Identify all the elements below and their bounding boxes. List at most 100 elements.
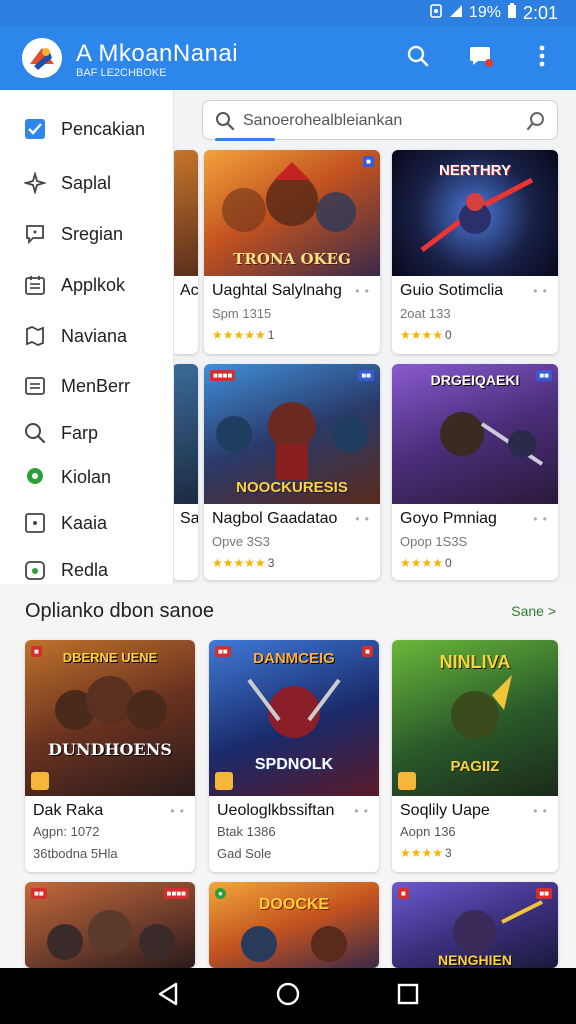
home-circle-icon (276, 982, 300, 1011)
recents-button[interactable] (392, 980, 424, 1012)
location-icon (22, 464, 48, 490)
game-card-partial[interactable]: Sa (172, 364, 198, 580)
game-art: ■■■■ ■■ NOOCKURESIS (204, 364, 380, 504)
home-button[interactable] (272, 980, 304, 1012)
shield-icon (22, 557, 48, 583)
game-title: Uaghtal Salylnahg (212, 282, 342, 299)
more-options-icon[interactable]: • • (533, 284, 548, 298)
see-more-link[interactable]: Sane > (511, 603, 556, 619)
game-card[interactable]: ■■ ■ DANMCEIG SPDNOLK Ueologlkbssiftan •… (209, 640, 379, 872)
more-options-icon[interactable]: • • (354, 804, 369, 818)
chat-icon (22, 221, 48, 247)
app-badge-icon (215, 772, 233, 790)
notification-icon (429, 3, 443, 23)
game-art (172, 364, 198, 504)
battery-text: 19% (468, 4, 501, 21)
game-title: Nagbol Gaadatao (212, 510, 338, 527)
game-title: Guio Sotimclia (400, 282, 504, 299)
more-options-icon[interactable]: • • (355, 284, 370, 298)
search-button[interactable] (402, 42, 434, 74)
game-card[interactable]: ■■■■ ■■ NOOCKURESIS Nagbol Gaadatao • • … (204, 364, 380, 580)
game-art: ■■ DRGEIQAEKI (392, 364, 558, 504)
rating: ★★★★★ 1 (212, 328, 275, 342)
game-art: ■■ ■■■■ (25, 882, 195, 968)
square-dot-icon (22, 510, 48, 536)
app-badge-icon (398, 772, 416, 790)
sparkle-icon (22, 170, 48, 196)
game-art: ■ DBERNE UENE DUNDHOENS (25, 640, 195, 796)
drawer-item-saplal[interactable]: Saplal (0, 161, 174, 205)
more-options-icon[interactable]: • • (533, 512, 548, 526)
messages-button[interactable] (465, 42, 497, 74)
game-logo-text: DOOCKE (258, 896, 330, 913)
game-card[interactable]: NINLIVA PAGIIZ Soqlily Uape • • Aopn 136… (392, 640, 558, 872)
calendar-icon (22, 272, 48, 298)
game-card[interactable]: ■ DBERNE UENE DUNDHOENS Dak Raka • • Agp… (25, 640, 195, 872)
drawer-item-label: Sregian (61, 223, 124, 244)
chat-bubble-icon (468, 43, 494, 74)
overflow-menu-button[interactable] (526, 42, 558, 74)
drawer-item-kaaia[interactable]: Kaaia (0, 501, 174, 545)
rating: ★★★★★ 3 (212, 556, 275, 570)
game-logo-text: SPDNOLK (254, 756, 334, 773)
game-logo-text: DANMCEIG (253, 650, 335, 667)
drawer-item-label: Pencakian (61, 118, 146, 139)
more-options-icon[interactable]: • • (355, 512, 370, 526)
game-card[interactable]: ■■ DRGEIQAEKI Goyo Pmniag • • Opop 1S3S … (392, 364, 558, 580)
game-art: ■ TRONA OKEG (204, 150, 380, 276)
drawer-item-menberr[interactable]: MenBerr (0, 364, 174, 408)
app-badge-icon (31, 772, 49, 790)
game-card[interactable]: ■ TRONA OKEG Uaghtal Salylnahg • • Spm 1… (204, 150, 380, 354)
drawer-item-sregian[interactable]: Sregian (0, 212, 174, 256)
game-extra: 36tbodna 5Hla (33, 846, 118, 861)
rating: ★★★★ 0 (400, 328, 452, 342)
section-title: Oplianko dbon sanoe (25, 600, 215, 622)
check-square-icon (22, 116, 48, 142)
game-art: ■■ ■ DANMCEIG SPDNOLK (209, 640, 379, 796)
navigation-drawer: Pencakian Saplal Sregian Applkok Naviana… (0, 90, 174, 584)
recents-square-icon (397, 983, 419, 1010)
drawer-item-kiolan[interactable]: Kiolan (0, 455, 174, 499)
game-logo-text: DBERNE UENE (62, 650, 158, 665)
game-card[interactable]: ■■ ■■■■ (25, 882, 195, 968)
game-logo-text: DRGEIQAEKI (430, 372, 520, 388)
hero-illustration (241, 926, 347, 962)
rating: ★★★★ 0 (400, 556, 452, 570)
drawer-item-applkok[interactable]: Applkok (0, 263, 174, 307)
game-card[interactable]: ■ ■■ NENGHIEN (392, 882, 558, 968)
drawer-item-label: Saplal (61, 172, 112, 193)
drawer-item-label: Kaaia (61, 512, 108, 533)
badge: ■ (398, 888, 409, 899)
game-meta: Btak 1386 (217, 824, 276, 839)
drawer-item-naviana[interactable]: Naviana (0, 314, 174, 358)
game-card[interactable]: ● DOOCKE (209, 882, 379, 968)
recommended-section: Oplianko dbon sanoe Sane > ■ DBERNE UENE… (0, 584, 576, 968)
game-title: Goyo Pmniag (400, 510, 497, 527)
badge: ■■■■ (210, 370, 236, 381)
drawer-item-farp[interactable]: Farp (0, 411, 174, 455)
drawer-item-pencakian[interactable]: Pencakian (0, 107, 174, 151)
app-title: A MkoanNanai (76, 40, 239, 67)
search-field[interactable]: Sanoerohealbleiankan (202, 100, 558, 141)
drawer-item-label: Naviana (61, 325, 128, 346)
game-card-partial[interactable]: Ac (172, 150, 198, 354)
game-meta: Aopn 136 (400, 824, 456, 839)
game-art: ■ ■■ NENGHIEN (392, 882, 558, 968)
map-icon (22, 323, 48, 349)
search-icon (215, 111, 235, 136)
game-extra: Gad Sole (217, 846, 272, 861)
back-triangle-icon (157, 982, 179, 1011)
game-meta: Spm 1315 (212, 306, 272, 321)
game-art: NINLIVA PAGIIZ (392, 640, 558, 796)
rating: ★★★★ 3 (400, 846, 452, 860)
game-logo-text: DUNDHOENS (48, 740, 172, 759)
game-logo-text: NENGHIEN (438, 952, 512, 968)
more-options-icon[interactable]: • • (533, 804, 548, 818)
game-card[interactable]: NERTHRY Guio Sotimclia • • 2oat 133 ★★★★… (392, 150, 558, 354)
drawer-item-label: Redla (61, 559, 109, 580)
more-options-icon[interactable]: • • (170, 804, 185, 818)
back-button[interactable] (152, 980, 184, 1012)
game-meta: Agpn: 1072 (33, 824, 100, 839)
game-art: ● DOOCKE (209, 882, 379, 968)
voice-search-icon[interactable] (525, 110, 547, 137)
